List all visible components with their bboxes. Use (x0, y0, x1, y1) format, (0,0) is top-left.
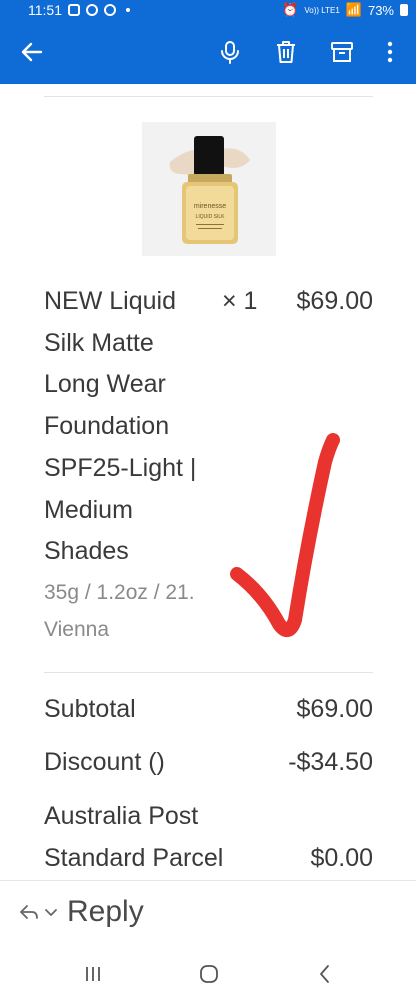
archive-icon (331, 42, 353, 62)
product-image[interactable]: mirenesse LIQUID SILK (142, 122, 276, 256)
reply-label: Reply (67, 895, 144, 928)
home-button[interactable] (194, 962, 224, 986)
battery-icon (400, 4, 408, 16)
product-price: $69.00 (296, 287, 373, 315)
nav-back-icon (320, 965, 329, 983)
discount-row: Discount () -$34.50 (44, 741, 373, 783)
delete-button[interactable] (268, 34, 304, 70)
product-image-brand: mirenesse (194, 203, 226, 210)
battery-label: 73% (367, 2, 394, 18)
signal-icon: 📶 (345, 2, 362, 17)
dictate-button[interactable] (212, 34, 248, 70)
product-image-name: LIQUID SILK (196, 214, 226, 220)
shipping-label: Australia Post Standard Parcel (44, 802, 224, 872)
more-vertical-icon (387, 41, 393, 63)
shipping-row: Australia Post Standard Parcel $0.00 (44, 795, 373, 879)
message-body[interactable]: mirenesse LIQUID SILK NEW Liquid Silk Ma… (0, 84, 416, 880)
network-label: Vo)) LTE1 (304, 5, 340, 15)
arrow-left-icon (21, 42, 43, 62)
nav-back-button[interactable] (310, 962, 340, 986)
chrome-icon (104, 4, 116, 16)
status-bar: 11:51 ⏰ Vo)) LTE1 📶 73% (0, 0, 416, 20)
handwritten-check-mark (230, 433, 340, 637)
foundation-bottle-icon: mirenesse LIQUID SILK (169, 136, 250, 244)
recents-button[interactable] (78, 962, 108, 986)
divider (44, 672, 373, 673)
reply-button[interactable]: Reply (18, 895, 144, 929)
subtotal-row: Subtotal $69.00 (44, 688, 373, 730)
subtotal-value: $69.00 (296, 695, 373, 723)
archive-button[interactable] (324, 34, 360, 70)
back-button[interactable] (14, 34, 50, 70)
status-time: 11:51 (28, 2, 62, 18)
subtotal-label: Subtotal (44, 695, 136, 723)
more-options-button[interactable] (372, 34, 408, 70)
notification-icon (86, 4, 98, 16)
microphone-icon (221, 41, 239, 64)
shipping-value: $0.00 (310, 844, 373, 872)
divider (44, 96, 373, 97)
reply-icon (20, 905, 38, 919)
product-name[interactable]: NEW Liquid Silk Matte Long Wear Foundati… (44, 281, 214, 573)
alarm-icon: ⏰ (282, 2, 299, 17)
reply-bar: Reply (0, 880, 416, 948)
gallery-icon (68, 4, 80, 16)
more-notifications-icon (126, 8, 130, 12)
recents-icon (86, 967, 100, 981)
chevron-down-icon[interactable] (43, 904, 59, 920)
product-quantity: × 1 (222, 287, 258, 315)
home-icon (200, 965, 218, 983)
mail-toolbar (0, 20, 416, 84)
product-variant: 35g / 1.2oz / 21. Vienna (44, 581, 195, 641)
system-nav-bar (0, 948, 416, 1000)
trash-icon (277, 41, 295, 63)
discount-value: -$34.50 (288, 748, 373, 776)
discount-label: Discount () (44, 748, 165, 776)
